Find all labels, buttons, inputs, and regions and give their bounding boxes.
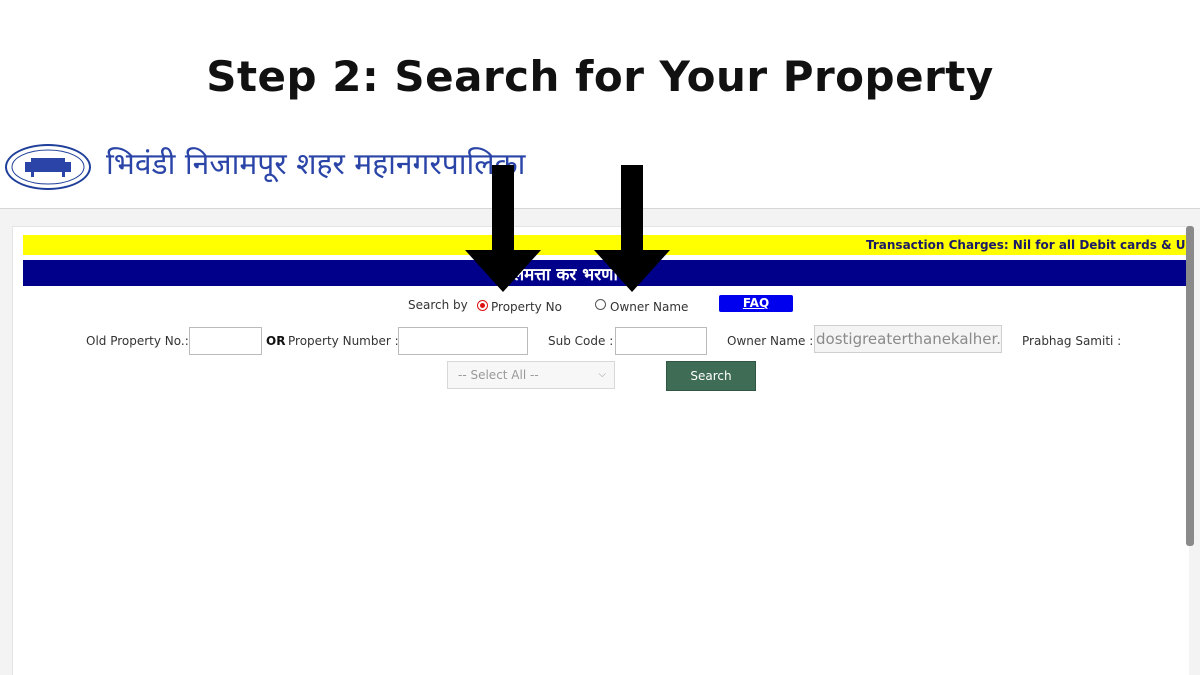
sub-code-input[interactable] bbox=[615, 327, 707, 355]
owner-name-input[interactable]: dostigreaterthanekalher.in bbox=[814, 325, 1002, 353]
owner-name-radio[interactable] bbox=[595, 299, 606, 310]
property-number-label: Property Number : bbox=[288, 334, 399, 348]
owner-name-radio-label[interactable]: Owner Name bbox=[610, 300, 688, 314]
site-title: भिवंडी निजामपूर शहर महानगरपालिका bbox=[106, 147, 526, 182]
arrow-head bbox=[594, 250, 670, 292]
faq-button[interactable]: FAQ bbox=[719, 295, 793, 312]
prabhag-samiti-label: Prabhag Samiti : bbox=[1022, 334, 1122, 348]
prabhag-samiti-select[interactable]: -- Select All -- ⌵ bbox=[447, 361, 615, 389]
prabhag-samiti-value: -- Select All -- bbox=[458, 368, 539, 382]
ticker-text: Transaction Charges: Nil for all Debit c… bbox=[866, 238, 1189, 252]
step-heading: Step 2: Search for Your Property bbox=[206, 52, 994, 101]
payment-panel: Transaction Charges: Nil for all Debit c… bbox=[12, 226, 1189, 675]
owner-name-label: Owner Name : bbox=[727, 334, 814, 348]
chevron-down-icon: ⌵ bbox=[598, 369, 606, 380]
property-no-radio[interactable] bbox=[477, 300, 488, 311]
site-header: भिवंडी निजामपूर शहर महानगरपालिका bbox=[0, 128, 1200, 209]
search-button[interactable]: Search bbox=[666, 361, 756, 391]
municipal-logo bbox=[5, 144, 91, 190]
old-property-input[interactable] bbox=[189, 327, 262, 355]
scrollbar[interactable] bbox=[1186, 226, 1194, 546]
arrow-head bbox=[465, 250, 541, 292]
or-label: OR bbox=[266, 334, 286, 348]
sub-code-label: Sub Code : bbox=[548, 334, 614, 348]
screenshot-frame: भिवंडी निजामपूर शहर महानगरपालिका Transac… bbox=[0, 128, 1200, 675]
arrow-shaft bbox=[621, 165, 643, 250]
old-property-label: Old Property No.: bbox=[86, 334, 189, 348]
arrow-shaft bbox=[492, 165, 514, 250]
property-no-radio-label[interactable]: Property No bbox=[491, 300, 562, 314]
search-by-label: Search by bbox=[408, 298, 468, 312]
property-number-input[interactable] bbox=[398, 327, 528, 355]
